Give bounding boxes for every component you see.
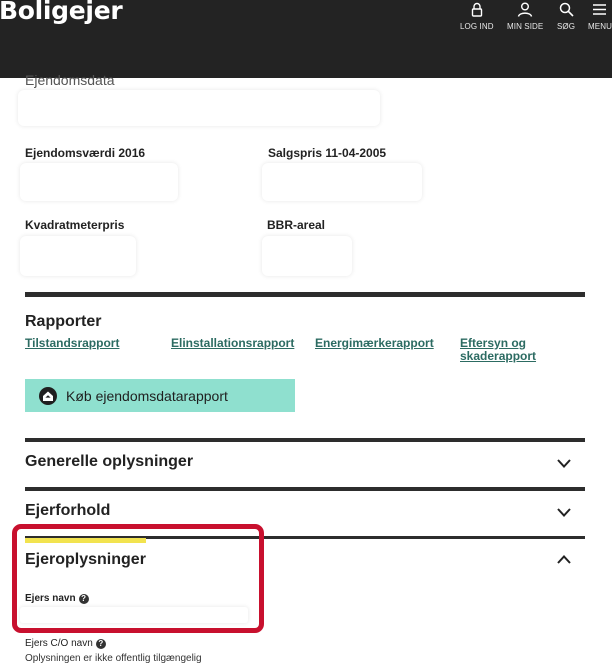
nav-menu[interactable]: MENU xyxy=(588,2,612,31)
owner-co-text: Ejers C/O navn xyxy=(25,638,93,649)
help-icon[interactable]: ? xyxy=(95,638,106,649)
link-energy-report[interactable]: Energimærkerapport xyxy=(315,337,434,350)
link-condition-report[interactable]: Tilstandsrapport xyxy=(25,337,119,350)
nav-search-label: SØG xyxy=(557,22,576,31)
not-public-note: Oplysningen er ikke offentlig tilgængeli… xyxy=(25,653,202,664)
accordion-divider-1 xyxy=(25,438,585,442)
active-section-indicator xyxy=(25,538,146,543)
owner-name-placeholder xyxy=(20,607,248,623)
owner-name-label: Ejers navn ? xyxy=(25,593,89,604)
help-icon[interactable]: ? xyxy=(78,593,89,604)
accordion-general-info[interactable]: Generelle oplysninger xyxy=(25,453,193,471)
nav-my-page[interactable]: MIN SIDE xyxy=(507,2,543,31)
nav-login[interactable]: LOG IND xyxy=(460,2,494,31)
house-icon xyxy=(39,386,57,405)
accordion-owner-info[interactable]: Ejeroplysninger xyxy=(25,551,146,569)
site-logo[interactable]: Boligejer xyxy=(0,0,123,25)
top-bar: Boligejer LOG IND MIN SIDE SØG MENU xyxy=(0,0,612,78)
chevron-down-icon[interactable] xyxy=(554,457,574,471)
buy-property-report-button[interactable]: Køb ejendomsdatarapport xyxy=(25,379,295,412)
accordion-divider-2 xyxy=(25,487,585,491)
property-data-title: Ejendomsdata xyxy=(25,72,115,88)
property-data-placeholder xyxy=(18,90,380,126)
link-electrical-report[interactable]: Elinstallationsrapport xyxy=(171,337,294,350)
sqm-price-label: Kvadratmeterpris xyxy=(25,218,125,232)
buy-property-report-label: Køb ejendomsdatarapport xyxy=(66,387,228,404)
nav-my-page-label: MIN SIDE xyxy=(507,22,544,31)
sale-price-label: Salgspris 11-04-2005 xyxy=(268,146,387,160)
nav-menu-label: MENU xyxy=(588,22,612,31)
bbr-area-placeholder xyxy=(262,236,352,276)
owner-co-label: Ejers C/O navn ? xyxy=(25,638,106,649)
link-inspection-report[interactable]: Eftersyn og skaderapport xyxy=(460,337,560,363)
menu-icon xyxy=(593,4,607,15)
property-value-placeholder xyxy=(20,163,178,201)
chevron-down-icon[interactable] xyxy=(554,506,574,520)
sqm-price-placeholder xyxy=(20,236,136,276)
reports-title: Rapporter xyxy=(25,313,102,330)
search-icon xyxy=(559,2,574,17)
owner-name-text: Ejers navn xyxy=(25,593,76,604)
chevron-up-icon[interactable] xyxy=(554,552,574,566)
user-icon xyxy=(517,2,533,17)
accordion-ownership[interactable]: Ejerforhold xyxy=(25,502,110,520)
nav-search[interactable]: SØG xyxy=(557,2,575,31)
property-value-label: Ejendomsværdi 2016 xyxy=(25,146,146,160)
section-divider xyxy=(25,292,585,297)
bbr-area-label: BBR-areal xyxy=(267,218,326,232)
sale-price-placeholder xyxy=(262,163,422,201)
lock-icon xyxy=(471,2,482,17)
nav-login-label: LOG IND xyxy=(460,22,494,31)
